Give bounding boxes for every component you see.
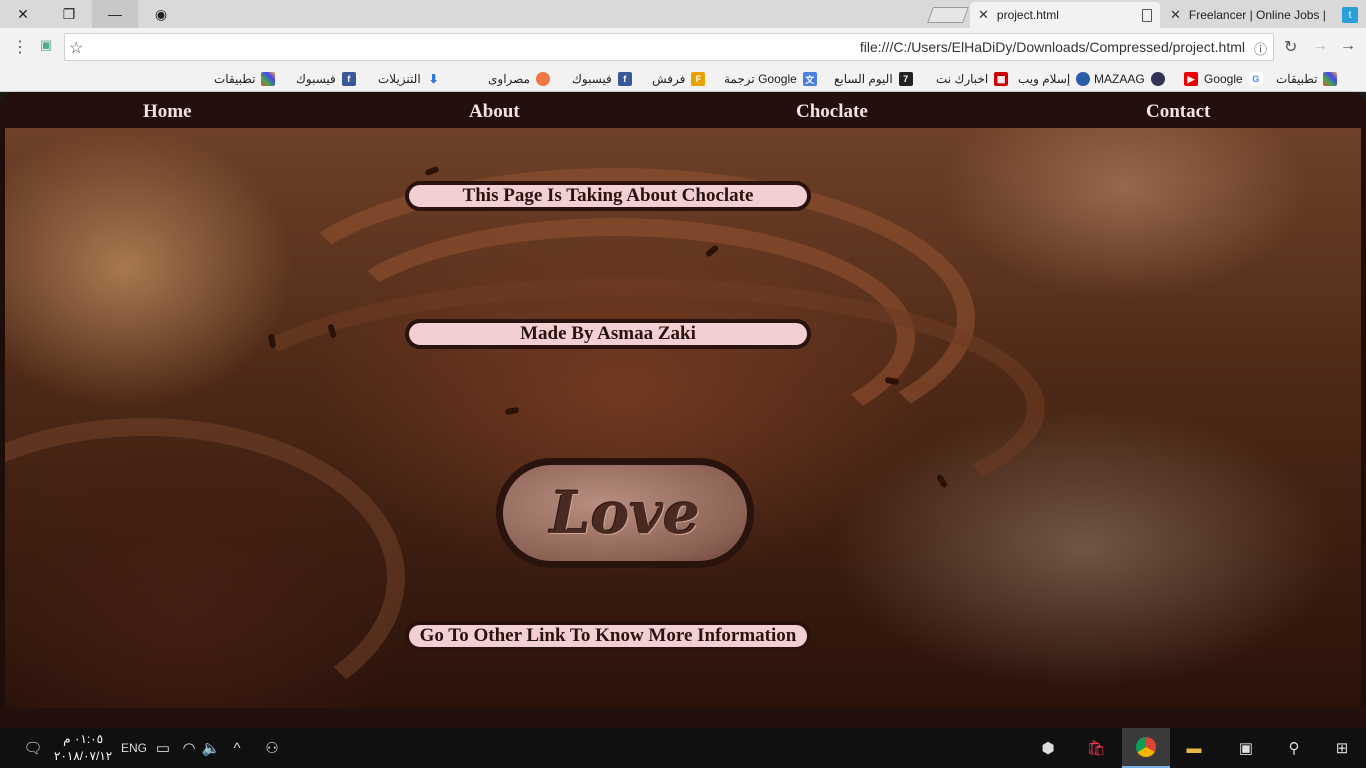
facebook-icon: f xyxy=(617,72,632,86)
bookmark-label: اليوم السابع xyxy=(834,72,893,86)
site-navbar: Home About Choclate Contact xyxy=(0,92,1366,128)
new-tab-button[interactable] xyxy=(927,7,969,23)
author-credit: Made By Asmaa Zaki xyxy=(405,319,811,349)
bookmark-item[interactable]: مصراوى xyxy=(488,70,550,88)
profile-icon[interactable]: ◉ xyxy=(138,0,184,28)
app-icon-shield[interactable]: ⬢ xyxy=(1030,728,1066,768)
windows-taskbar: 🗨 ٠١:٠٥ م ٢٠١٨/٠٧/١٢ ENG ▭ ◠ 🔈 ^ ⚇ ⬢ 🛍 ▬… xyxy=(0,728,1366,768)
apps-grid-icon xyxy=(261,72,276,86)
islamweb-icon xyxy=(1076,72,1091,86)
people-icon[interactable]: ⚇ xyxy=(260,728,284,768)
reload-icon[interactable]: ↻ xyxy=(1284,37,1297,57)
address-bar[interactable]: ☆ file:///C:/Users/ElHaDiDy/Downloads/Co… xyxy=(64,33,1274,61)
bookmark-label: إسلام ويب xyxy=(1018,72,1071,86)
masrawy-icon xyxy=(535,72,550,86)
extension-icon[interactable]: ▣ xyxy=(40,37,52,53)
tab-title: Freelancer | Online Jobs | xyxy=(1188,8,1326,22)
tab-project[interactable]: ✕ project.html xyxy=(970,2,1160,28)
farfesh-icon: F xyxy=(691,72,706,86)
bookmark-item[interactable]: اخبارك نت ▦ xyxy=(936,70,1009,88)
bookmark-label: تطبيقات xyxy=(214,72,256,86)
browser-tab-strip: ✕ ❐ — ◉ ✕ project.html ✕ Freelancer | On… xyxy=(0,0,1366,28)
volume-icon[interactable]: 🔈 xyxy=(200,728,222,768)
tab-title: project.html xyxy=(996,8,1059,22)
twitter-icon: t xyxy=(1342,7,1358,23)
bookmark-item[interactable]: فيسبوك f xyxy=(572,70,632,88)
system-clock[interactable]: ٠١:٠٥ م ٢٠١٨/٠٧/١٢ xyxy=(54,731,112,765)
bookmark-star-icon[interactable]: ☆ xyxy=(69,38,83,58)
bookmark-label: Google xyxy=(1204,72,1243,86)
bookmark-label: ترجمة Google xyxy=(724,72,797,86)
bookmark-label: مصراوى xyxy=(488,72,530,86)
document-icon xyxy=(1142,8,1152,22)
tab-freelancer[interactable]: ✕ Freelancer | Online Jobs | t xyxy=(1162,2,1366,28)
mazaag-icon xyxy=(1150,72,1165,86)
store-icon[interactable]: 🛍 xyxy=(1078,728,1114,768)
close-window-button[interactable]: ✕ xyxy=(0,0,46,28)
more-info-link[interactable]: Go To Other Link To Know More Informatio… xyxy=(405,621,811,651)
bookmark-label: فيسبوك xyxy=(572,72,612,86)
nav-link-about[interactable]: About xyxy=(469,101,520,123)
language-indicator[interactable]: ENG xyxy=(120,728,148,768)
menu-dots-icon[interactable]: ⋮ xyxy=(12,37,28,57)
browser-toolbar: ⋮ ▣ ☆ file:///C:/Users/ElHaDiDy/Download… xyxy=(0,28,1366,66)
info-icon[interactable]: ⓘ xyxy=(1254,39,1267,58)
notifications-icon[interactable]: 🗨 xyxy=(18,728,48,768)
love-image-text: Love xyxy=(549,479,701,547)
sprinkle xyxy=(424,165,440,177)
close-tab-icon[interactable]: ✕ xyxy=(978,7,989,23)
task-view-icon[interactable]: ▣ xyxy=(1226,728,1266,768)
nav-link-contact[interactable]: Contact xyxy=(1146,101,1210,123)
web-page: Home About Choclate Contact This Page Is… xyxy=(0,92,1366,728)
youtube-icon: ▶ xyxy=(1184,72,1198,86)
bookmark-item[interactable]: MAZAAG xyxy=(1094,70,1165,88)
bookmark-item[interactable]: تطبيقات xyxy=(214,70,276,88)
start-windows-icon[interactable]: ⊞ xyxy=(1322,728,1362,768)
bookmark-item[interactable]: التنزيلات ⬇ xyxy=(378,70,441,88)
bookmark-label: اخبارك نت xyxy=(936,72,989,86)
akhbarak-icon: ▦ xyxy=(994,72,1009,86)
love-image: Love xyxy=(496,458,754,568)
facebook-icon: f xyxy=(341,72,356,86)
nav-link-choclate[interactable]: Choclate xyxy=(796,101,868,123)
show-hidden-icons-chevron-icon[interactable]: ^ xyxy=(226,728,248,768)
bookmark-item[interactable]: فرفش F xyxy=(652,70,706,88)
apps-grid-icon xyxy=(1323,72,1338,86)
google-translate-icon: 文 xyxy=(802,72,817,86)
back-icon[interactable]: → xyxy=(1340,37,1356,55)
forward-icon[interactable]: → xyxy=(1312,37,1328,55)
search-icon[interactable]: ⚲ xyxy=(1276,728,1312,768)
file-explorer-icon[interactable]: ▬ xyxy=(1174,728,1214,768)
clock-time: ٠١:٠٥ م xyxy=(63,732,104,746)
google-icon: G xyxy=(1248,72,1263,86)
bookmark-item[interactable]: Google G xyxy=(1204,70,1263,88)
page-footer-strip xyxy=(0,708,1366,728)
bookmark-item[interactable]: إسلام ويب xyxy=(1018,70,1091,88)
bookmarks-bar: تطبيقات Google G ▶ MAZAAG إسلام ويب اخبا… xyxy=(0,66,1366,92)
bookmark-label: تطبيقات xyxy=(1276,72,1318,86)
wifi-icon[interactable]: ◠ xyxy=(178,728,200,768)
minimize-window-button[interactable]: — xyxy=(92,0,138,28)
download-icon: ⬇ xyxy=(428,72,439,86)
bookmark-item[interactable]: اليوم السابع 7 xyxy=(834,70,913,88)
nav-link-home[interactable]: Home xyxy=(143,101,192,123)
bookmark-label: فرفش xyxy=(652,72,686,86)
clock-date: ٢٠١٨/٠٧/١٢ xyxy=(54,749,113,763)
battery-icon[interactable]: ▭ xyxy=(152,728,174,768)
bookmark-label: فيسبوك xyxy=(296,72,336,86)
bookmark-item[interactable]: ترجمة Google 文 xyxy=(724,70,817,88)
youm7-icon: 7 xyxy=(898,72,913,86)
bookmark-item[interactable]: فيسبوك f xyxy=(296,70,356,88)
bookmark-label: التنزيلات xyxy=(378,72,421,86)
bookmark-item[interactable]: ▶ xyxy=(1178,70,1198,88)
chrome-icon[interactable] xyxy=(1122,728,1170,768)
url-text: file:///C:/Users/ElHaDiDy/Downloads/Comp… xyxy=(859,39,1245,55)
restore-window-button[interactable]: ❐ xyxy=(46,0,92,28)
bookmark-item[interactable]: تطبيقات xyxy=(1276,70,1338,88)
bookmark-label: MAZAAG xyxy=(1094,72,1145,86)
close-tab-icon[interactable]: ✕ xyxy=(1170,7,1181,23)
page-heading: This Page Is Taking About Choclate xyxy=(405,181,811,211)
